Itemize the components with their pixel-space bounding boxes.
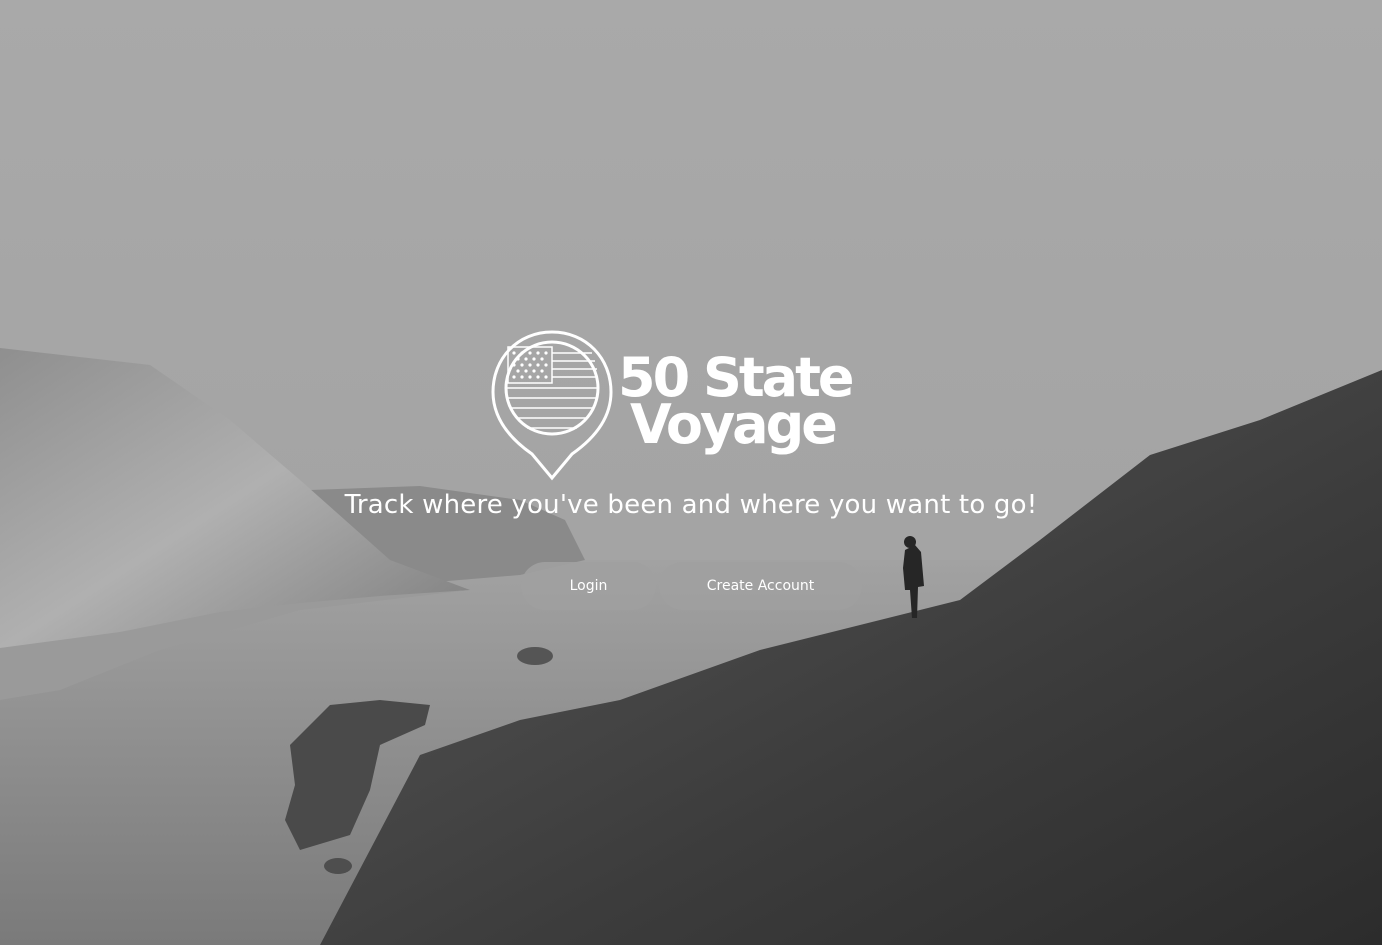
create-account-button[interactable]: Create Account <box>659 562 862 610</box>
brand-name-line2: Voyage <box>630 393 836 456</box>
map-pin-flag-icon <box>491 330 613 481</box>
landing-page: 50 State Voyage Track where you've been … <box>0 0 1382 945</box>
tagline: Track where you've been and where you wa… <box>344 490 1038 520</box>
brand-logo: 50 State Voyage <box>491 330 856 481</box>
login-button[interactable]: Login <box>521 562 656 610</box>
hero-section: 50 State Voyage Track where you've been … <box>0 0 1382 945</box>
